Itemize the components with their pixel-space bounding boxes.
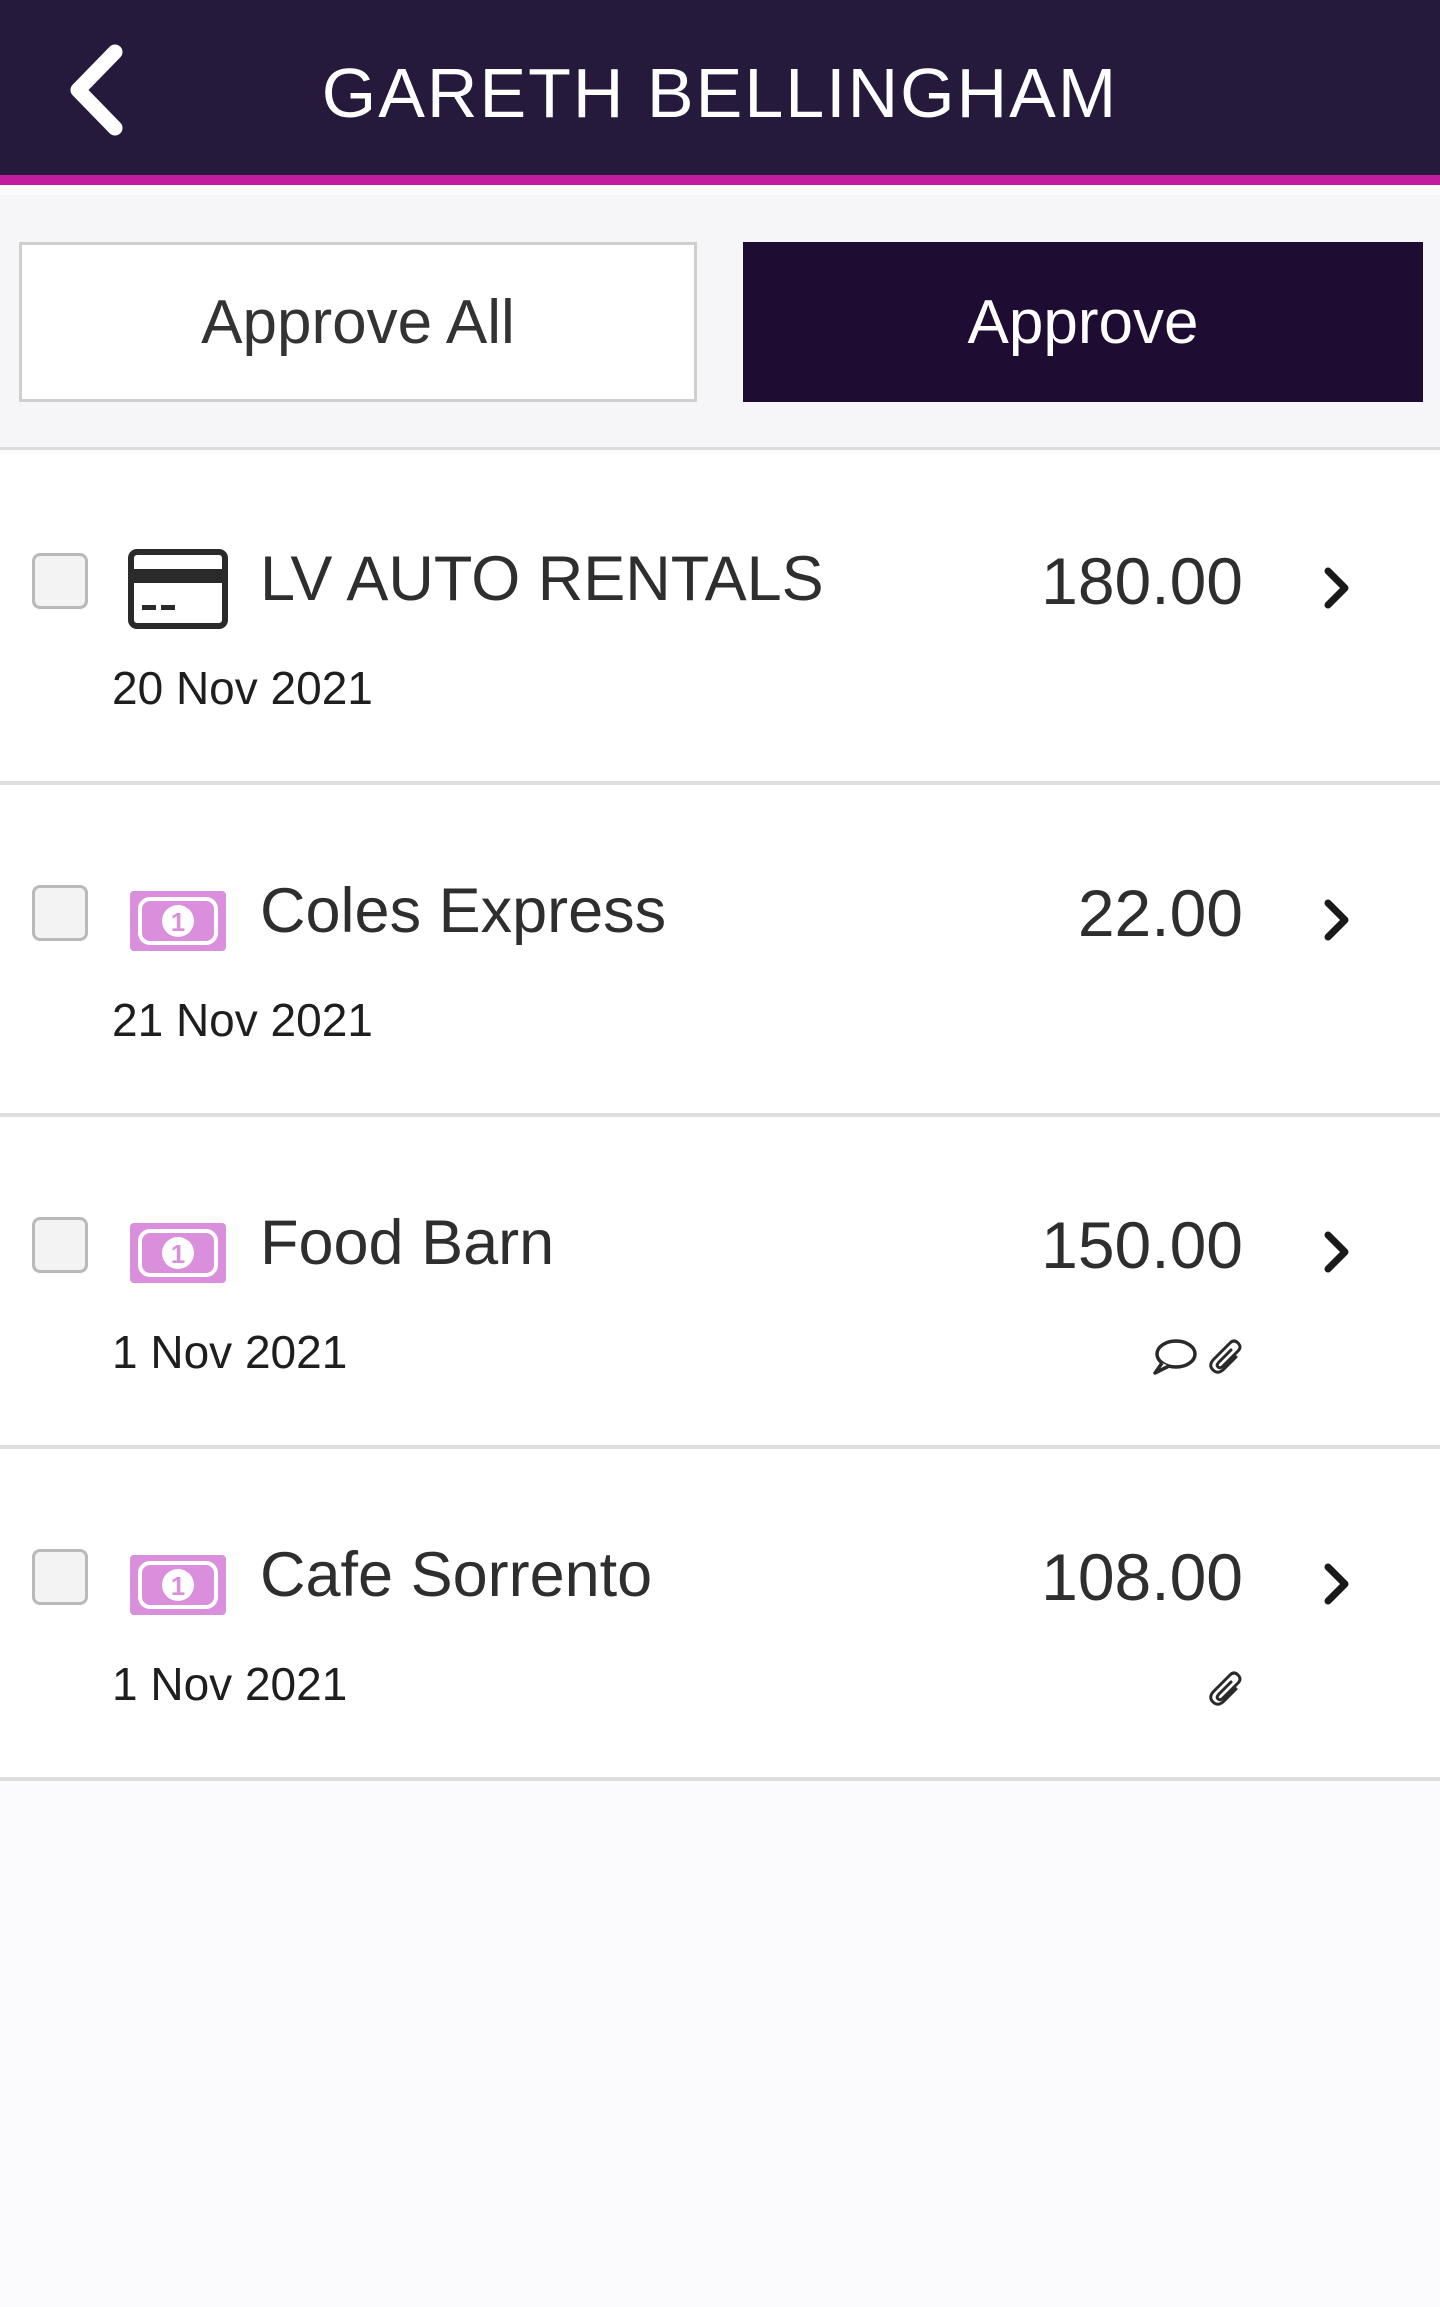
transaction-row[interactable]: 1 Cafe Sorrento 1 Nov 2021 108.00	[0, 1449, 1440, 1781]
comment-icon	[1153, 1339, 1197, 1375]
row-checkbox[interactable]	[32, 1217, 88, 1273]
transaction-date: 1 Nov 2021	[112, 1326, 348, 1378]
svg-text:1: 1	[171, 1239, 185, 1269]
merchant-name: Food Barn	[260, 1208, 555, 1278]
transaction-amount: 22.00	[1077, 876, 1243, 950]
svg-text:1: 1	[171, 907, 185, 937]
merchant-name: Cafe Sorrento	[260, 1540, 653, 1610]
chevron-right-icon	[1324, 1231, 1349, 1273]
transaction-row[interactable]: LV AUTO RENTALS 20 Nov 2021 180.00	[0, 453, 1440, 785]
merchant-name: Coles Express	[260, 876, 667, 946]
transaction-amount: 108.00	[1041, 1540, 1243, 1614]
transaction-meta	[1206, 1667, 1246, 1709]
transaction-amount: 150.00	[1041, 1208, 1243, 1282]
row-checkbox[interactable]	[32, 1549, 88, 1605]
approve-button[interactable]: Approve	[743, 242, 1423, 402]
credit-card-icon	[128, 549, 228, 629]
row-checkbox[interactable]	[32, 885, 88, 941]
transaction-list: LV AUTO RENTALS 20 Nov 2021 180.00 1 Col…	[0, 453, 1440, 1781]
page-title: GARETH BELLINGHAM	[321, 53, 1119, 132]
transaction-date: 21 Nov 2021	[112, 994, 373, 1046]
transaction-row[interactable]: 1 Food Barn 1 Nov 2021 150.00	[0, 1117, 1440, 1449]
chevron-right-icon	[1324, 567, 1349, 609]
transaction-row[interactable]: 1 Coles Express 21 Nov 2021 22.00	[0, 785, 1440, 1117]
transaction-date: 1 Nov 2021	[112, 1658, 348, 1710]
transaction-date: 20 Nov 2021	[112, 662, 373, 714]
cash-icon: 1	[130, 891, 226, 951]
svg-text:1: 1	[171, 1571, 185, 1601]
merchant-name: LV AUTO RENTALS	[260, 544, 824, 614]
transaction-amount: 180.00	[1041, 544, 1243, 618]
chevron-right-icon	[1324, 899, 1349, 941]
paperclip-icon	[1209, 1339, 1242, 1374]
transaction-meta	[1150, 1335, 1246, 1377]
chevron-right-icon	[1324, 1563, 1349, 1605]
cash-icon: 1	[130, 1555, 226, 1615]
row-checkbox[interactable]	[32, 553, 88, 609]
paperclip-icon	[1209, 1671, 1242, 1706]
action-bar: Approve All Approve	[0, 195, 1440, 450]
approve-all-button[interactable]: Approve All	[19, 242, 697, 402]
header-bar: GARETH BELLINGHAM	[0, 0, 1440, 185]
back-button[interactable]	[40, 30, 150, 150]
chevron-left-icon	[70, 44, 123, 136]
cash-icon: 1	[130, 1223, 226, 1283]
